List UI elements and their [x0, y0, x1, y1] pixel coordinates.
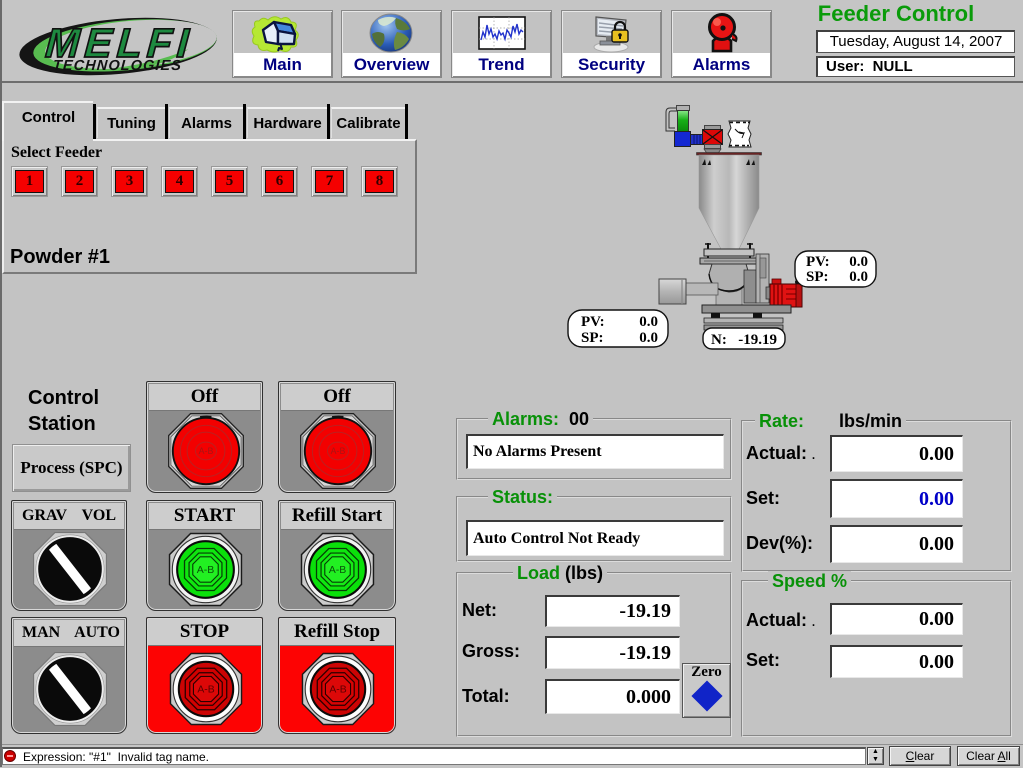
svg-text:0.0: 0.0 — [639, 330, 658, 346]
svg-text:SP:: SP: — [581, 330, 604, 346]
svg-text:N:: N: — [711, 332, 727, 348]
svg-text:0.0: 0.0 — [639, 314, 658, 330]
svg-text:0.0: 0.0 — [849, 269, 868, 285]
svg-text:PV:: PV: — [581, 314, 605, 330]
svg-text:SP:: SP: — [806, 269, 829, 285]
svg-text:-19.19: -19.19 — [738, 332, 777, 348]
svg-text:TECHNOLOGIES: TECHNOLOGIES — [52, 58, 181, 74]
svg-text:0.0: 0.0 — [849, 254, 868, 270]
svg-text:PV:: PV: — [806, 254, 830, 270]
